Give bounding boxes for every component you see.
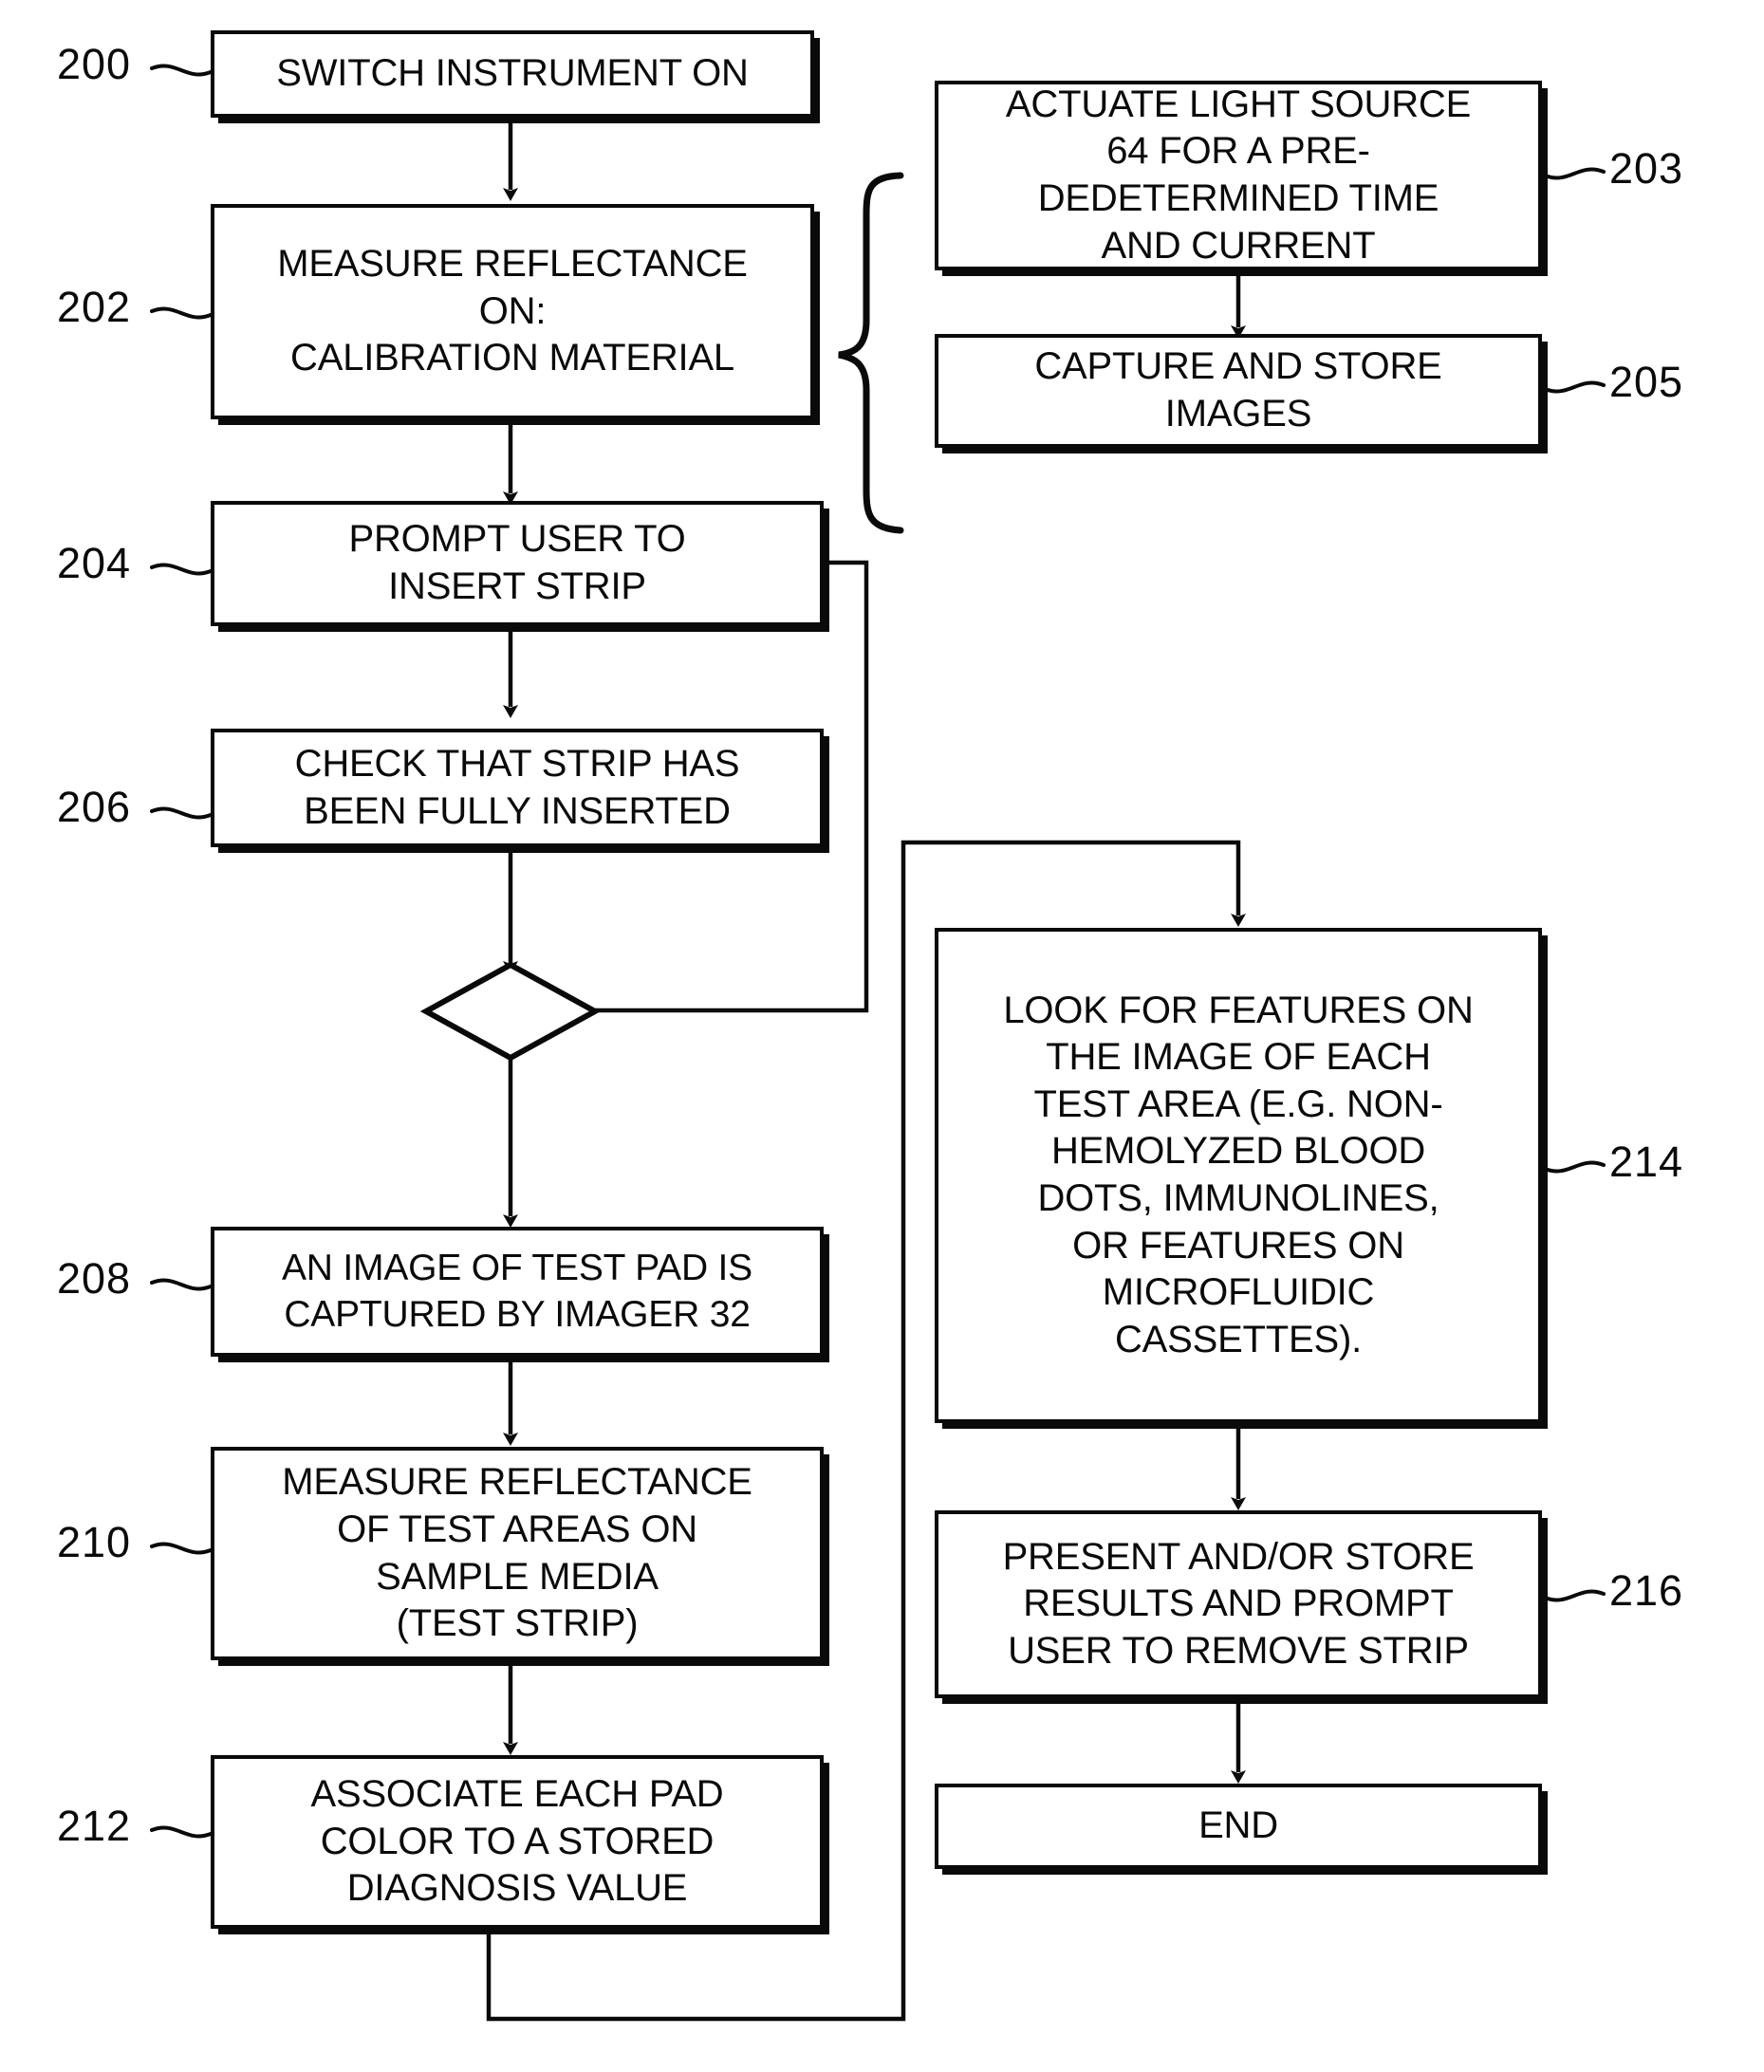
node-214-label: LOOK FOR FEATURES ON THE IMAGE OF EACH T… — [1003, 989, 1474, 1360]
node-212-label: ASSOCIATE EACH PAD COLOR TO A STORED DIA… — [310, 1773, 724, 1910]
leader-202 — [150, 306, 213, 320]
reference-numeral-203: 203 — [1609, 144, 1684, 193]
node-204-prompt-user-insert-strip[interactable]: PROMPT USER TO INSERT STRIP — [211, 501, 824, 626]
leader-206 — [150, 806, 213, 820]
node-end-label: END — [1198, 1804, 1278, 1847]
leader-210 — [150, 1542, 213, 1555]
reference-numeral-216: 216 — [1609, 1566, 1684, 1615]
node-212-associate-pad-color[interactable]: ASSOCIATE EACH PAD COLOR TO A STORED DIA… — [211, 1755, 824, 1929]
leader-208 — [150, 1278, 213, 1291]
reference-numeral-205: 205 — [1609, 358, 1684, 406]
reference-numeral-200: 200 — [57, 40, 132, 88]
node-204-label: PROMPT USER TO INSERT STRIP — [348, 518, 686, 607]
leader-205 — [1543, 380, 1606, 394]
node-206-check-strip-inserted[interactable]: CHECK THAT STRIP HAS BEEN FULLY INSERTED — [211, 729, 824, 847]
node-202-label: MEASURE REFLECTANCE ON: CALIBRATION MATE… — [277, 243, 748, 379]
reference-numeral-202: 202 — [57, 283, 132, 331]
leader-200 — [150, 64, 213, 77]
node-205-capture-and-store-images[interactable]: CAPTURE AND STORE IMAGES — [935, 334, 1542, 448]
node-205-label: CAPTURE AND STORE IMAGES — [1034, 345, 1442, 435]
node-200-switch-instrument-on[interactable]: SWITCH INSTRUMENT ON — [211, 30, 814, 118]
node-208-label: AN IMAGE OF TEST PAD IS CAPTURED BY IMAG… — [281, 1248, 752, 1335]
node-210-measure-reflectance-test-areas[interactable]: MEASURE REFLECTANCE OF TEST AREAS ON SAM… — [211, 1447, 824, 1660]
node-206-label: CHECK THAT STRIP HAS BEEN FULLY INSERTED — [294, 742, 740, 832]
leader-203 — [1543, 167, 1606, 180]
flowchart-canvas: SWITCH INSTRUMENT ON MEASURE REFLECTANCE… — [0, 0, 1764, 2072]
node-214-look-for-features[interactable]: LOOK FOR FEATURES ON THE IMAGE OF EACH T… — [935, 928, 1542, 1423]
node-216-present-store-results[interactable]: PRESENT AND/OR STORE RESULTS AND PROMPT … — [935, 1510, 1542, 1698]
brace-connector-202-group — [838, 172, 904, 534]
node-203-label: ACTUATE LIGHT SOURCE 64 FOR A PRE- DEDET… — [1005, 83, 1472, 267]
reference-numeral-206: 206 — [57, 783, 132, 831]
node-end-terminator[interactable]: END — [935, 1784, 1542, 1869]
node-210-label: MEASURE REFLECTANCE OF TEST AREAS ON SAM… — [282, 1461, 752, 1645]
node-208-image-captured-by-imager[interactable]: AN IMAGE OF TEST PAD IS CAPTURED BY IMAG… — [211, 1227, 824, 1357]
reference-numeral-204: 204 — [57, 539, 132, 587]
reference-numeral-212: 212 — [57, 1802, 132, 1850]
node-decision-strip-inserted[interactable] — [426, 965, 595, 1058]
node-216-label: PRESENT AND/OR STORE RESULTS AND PROMPT … — [1002, 1535, 1475, 1672]
leader-216 — [1543, 1589, 1606, 1602]
leader-212 — [150, 1825, 213, 1839]
node-202-measure-reflectance-calibration[interactable]: MEASURE REFLECTANCE ON: CALIBRATION MATE… — [211, 204, 814, 419]
reference-numeral-208: 208 — [57, 1254, 132, 1303]
reference-numeral-214: 214 — [1609, 1138, 1684, 1186]
leader-204 — [150, 563, 213, 576]
node-200-label: SWITCH INSTRUMENT ON — [276, 52, 749, 95]
node-203-actuate-light-source[interactable]: ACTUATE LIGHT SOURCE 64 FOR A PRE- DEDET… — [935, 81, 1542, 270]
leader-214 — [1543, 1160, 1606, 1174]
reference-numeral-210: 210 — [57, 1518, 132, 1566]
